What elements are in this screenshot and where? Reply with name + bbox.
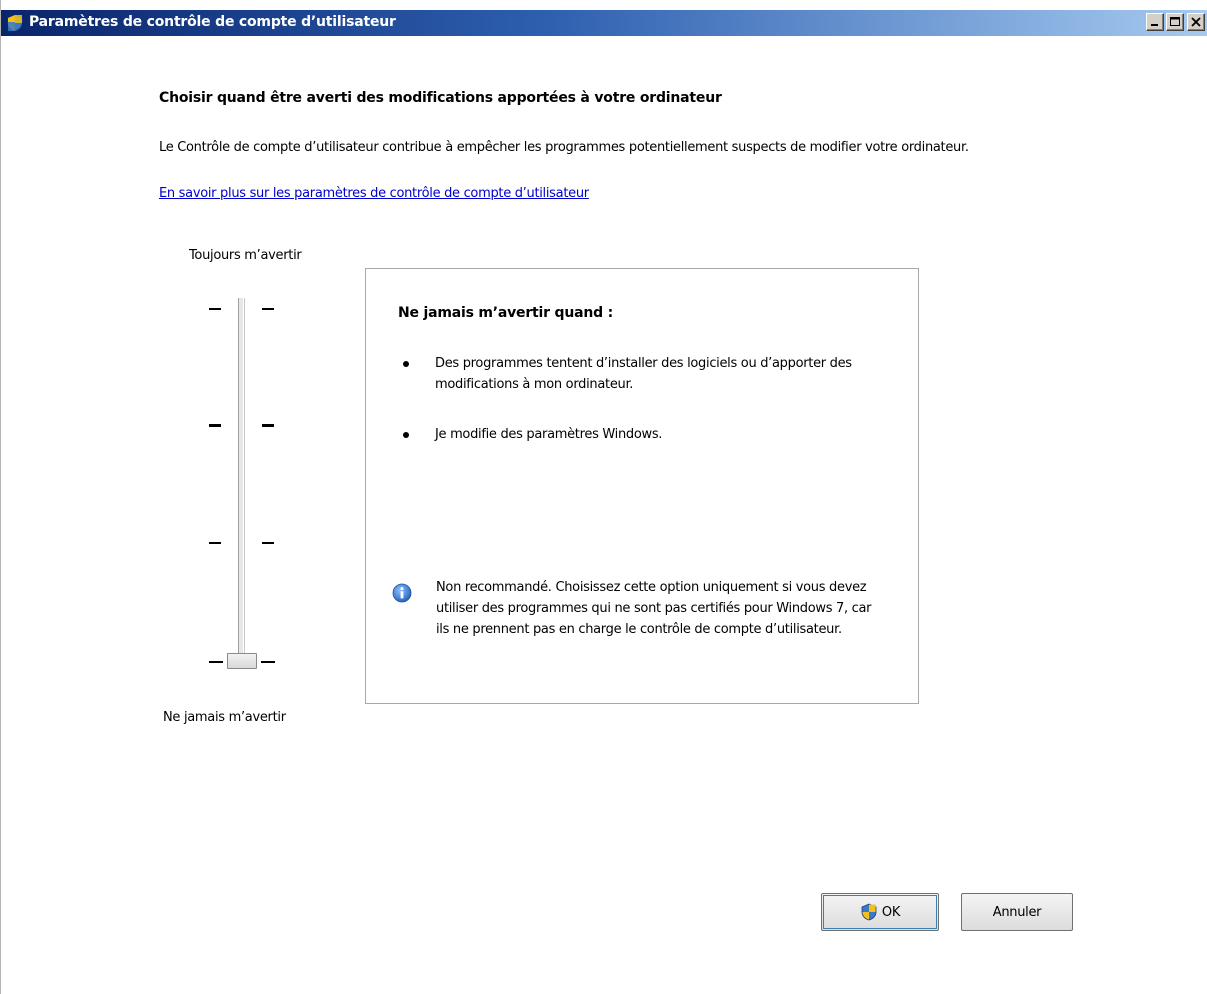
close-icon [1191, 17, 1201, 27]
info-note-text: Non recommandé. Choisissez cette option … [436, 580, 872, 637]
slider-tick [209, 542, 221, 544]
slider-track[interactable] [238, 298, 244, 666]
slider-top-label: Toujours m’avertir [189, 248, 302, 263]
ok-button-label: OK [881, 904, 901, 920]
uac-shield-icon [861, 903, 877, 921]
title-bar[interactable]: Paramètres de contrôle de compte d’utili… [1, 10, 1207, 36]
bullet-icon [403, 361, 409, 367]
info-panel: Ne jamais m’avertir quand : Des programm… [365, 268, 919, 704]
minimize-icon [1151, 24, 1158, 26]
bullet-icon [403, 432, 409, 438]
learn-more-link[interactable]: En savoir plus sur les paramètres de con… [159, 186, 589, 201]
cancel-button[interactable]: Annuler [961, 893, 1073, 931]
slider-tick [261, 661, 275, 663]
list-item: Des programmes tentent d’installer des l… [398, 353, 858, 395]
list-item: Je modifie des paramètres Windows. [398, 424, 858, 445]
page-heading: Choisir quand être averti des modificati… [159, 90, 722, 106]
ok-button[interactable]: OK [821, 893, 939, 931]
slider-tick [209, 308, 221, 310]
slider-tick [262, 308, 274, 310]
description-text: Le Contrôle de compte d’utilisateur cont… [159, 140, 969, 155]
slider-bottom-label: Ne jamais m’avertir [163, 710, 286, 725]
window-title: Paramètres de contrôle de compte d’utili… [29, 14, 396, 30]
cancel-button-label: Annuler [992, 904, 1042, 920]
uac-shield-icon [7, 14, 23, 32]
close-button[interactable] [1187, 13, 1205, 31]
slider-thumb[interactable] [227, 653, 257, 669]
slider-tick [209, 661, 223, 663]
bullet-text: Je modifie des paramètres Windows. [435, 427, 663, 442]
uac-settings-window: Paramètres de contrôle de compte d’utili… [0, 0, 1207, 994]
slider-tick [262, 542, 274, 544]
slider-tick [262, 424, 274, 427]
maximize-button[interactable] [1166, 13, 1184, 31]
info-panel-title: Ne jamais m’avertir quand : [398, 305, 614, 321]
notification-level-slider[interactable] [201, 290, 291, 680]
maximize-icon [1170, 17, 1180, 26]
slider-tick [209, 424, 221, 427]
minimize-button[interactable] [1146, 13, 1164, 31]
bullet-text: Des programmes tentent d’installer des l… [435, 356, 852, 392]
info-icon [392, 583, 412, 603]
